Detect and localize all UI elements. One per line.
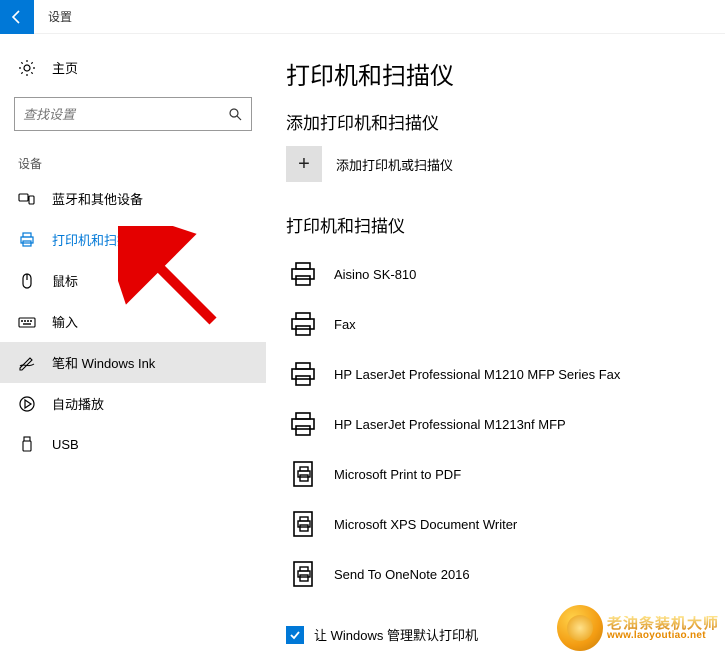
sidebar-item-bluetooth[interactable]: 蓝牙和其他设备 [0, 178, 266, 219]
device-label: Send To OneNote 2016 [334, 567, 470, 582]
sidebar-item-autoplay[interactable]: 自动播放 [0, 383, 266, 424]
printer-icon [286, 407, 320, 441]
devices-icon [18, 190, 36, 208]
sidebar-item-label: 鼠标 [52, 271, 78, 290]
device-row[interactable]: Microsoft XPS Document Writer [286, 499, 705, 549]
pen-icon [18, 354, 36, 372]
sidebar-item-label: USB [52, 437, 79, 452]
printer-icon [18, 231, 36, 249]
sidebar-item-printers[interactable]: 打印机和扫描仪 [0, 219, 266, 260]
device-label: Microsoft XPS Document Writer [334, 517, 517, 532]
sidebar-item-mouse[interactable]: 鼠标 [0, 260, 266, 301]
print-to-file-icon [286, 507, 320, 541]
print-to-file-icon [286, 557, 320, 591]
gear-icon [18, 59, 36, 77]
add-printer-label: 添加打印机或扫描仪 [336, 155, 453, 174]
printer-icon [286, 257, 320, 291]
titlebar: 设置 [0, 0, 725, 34]
sidebar-item-usb[interactable]: USB [0, 424, 266, 464]
section-list-heading: 打印机和扫描仪 [286, 212, 705, 237]
search-input[interactable] [23, 107, 227, 122]
content: 主页 设备 蓝牙和其他设备 打印机和扫描仪 鼠标 [0, 34, 725, 653]
back-button[interactable] [0, 0, 34, 34]
device-row[interactable]: Send To OneNote 2016 [286, 549, 705, 599]
sidebar-item-pen[interactable]: 笔和 Windows Ink [0, 342, 266, 383]
default-printer-checkbox-row[interactable]: 让 Windows 管理默认打印机 [286, 625, 705, 644]
sidebar-item-typing[interactable]: 输入 [0, 301, 266, 342]
keyboard-icon [18, 313, 36, 331]
main-pane: 打印机和扫描仪 添加打印机和扫描仪 + 添加打印机或扫描仪 打印机和扫描仪 Ai… [266, 34, 725, 653]
mouse-icon [18, 272, 36, 290]
add-printer-button[interactable]: + 添加打印机或扫描仪 [286, 146, 705, 182]
sidebar-home-label: 主页 [52, 58, 78, 77]
device-row[interactable]: HP LaserJet Professional M1213nf MFP [286, 399, 705, 449]
print-to-file-icon [286, 457, 320, 491]
plus-icon: + [286, 146, 322, 182]
usb-icon [18, 435, 36, 453]
sidebar-item-label: 打印机和扫描仪 [52, 230, 143, 249]
device-label: Microsoft Print to PDF [334, 467, 461, 482]
sidebar-item-label: 蓝牙和其他设备 [52, 189, 143, 208]
checkbox-checked-icon [286, 626, 304, 644]
device-row[interactable]: HP LaserJet Professional M1210 MFP Serie… [286, 349, 705, 399]
section-add-heading: 添加打印机和扫描仪 [286, 109, 705, 134]
page-title: 打印机和扫描仪 [286, 56, 705, 91]
default-printer-label: 让 Windows 管理默认打印机 [314, 625, 478, 644]
search-icon [227, 106, 243, 122]
sidebar-item-label: 笔和 Windows Ink [52, 353, 155, 372]
sidebar: 主页 设备 蓝牙和其他设备 打印机和扫描仪 鼠标 [0, 34, 266, 653]
printer-icon [286, 307, 320, 341]
autoplay-icon [18, 395, 36, 413]
device-label: HP LaserJet Professional M1210 MFP Serie… [334, 367, 620, 382]
device-label: HP LaserJet Professional M1213nf MFP [334, 417, 566, 432]
device-row[interactable]: Aisino SK-810 [286, 249, 705, 299]
device-row[interactable]: Fax [286, 299, 705, 349]
device-row[interactable]: Microsoft Print to PDF [286, 449, 705, 499]
device-label: Aisino SK-810 [334, 267, 416, 282]
sidebar-group-header: 设备 [0, 145, 266, 178]
search-box[interactable] [14, 97, 252, 131]
arrow-left-icon [9, 9, 25, 25]
sidebar-item-label: 输入 [52, 312, 78, 331]
device-label: Fax [334, 317, 356, 332]
printer-icon [286, 357, 320, 391]
sidebar-item-label: 自动播放 [52, 394, 104, 413]
sidebar-home[interactable]: 主页 [0, 52, 266, 83]
window-title: 设置 [34, 8, 72, 25]
